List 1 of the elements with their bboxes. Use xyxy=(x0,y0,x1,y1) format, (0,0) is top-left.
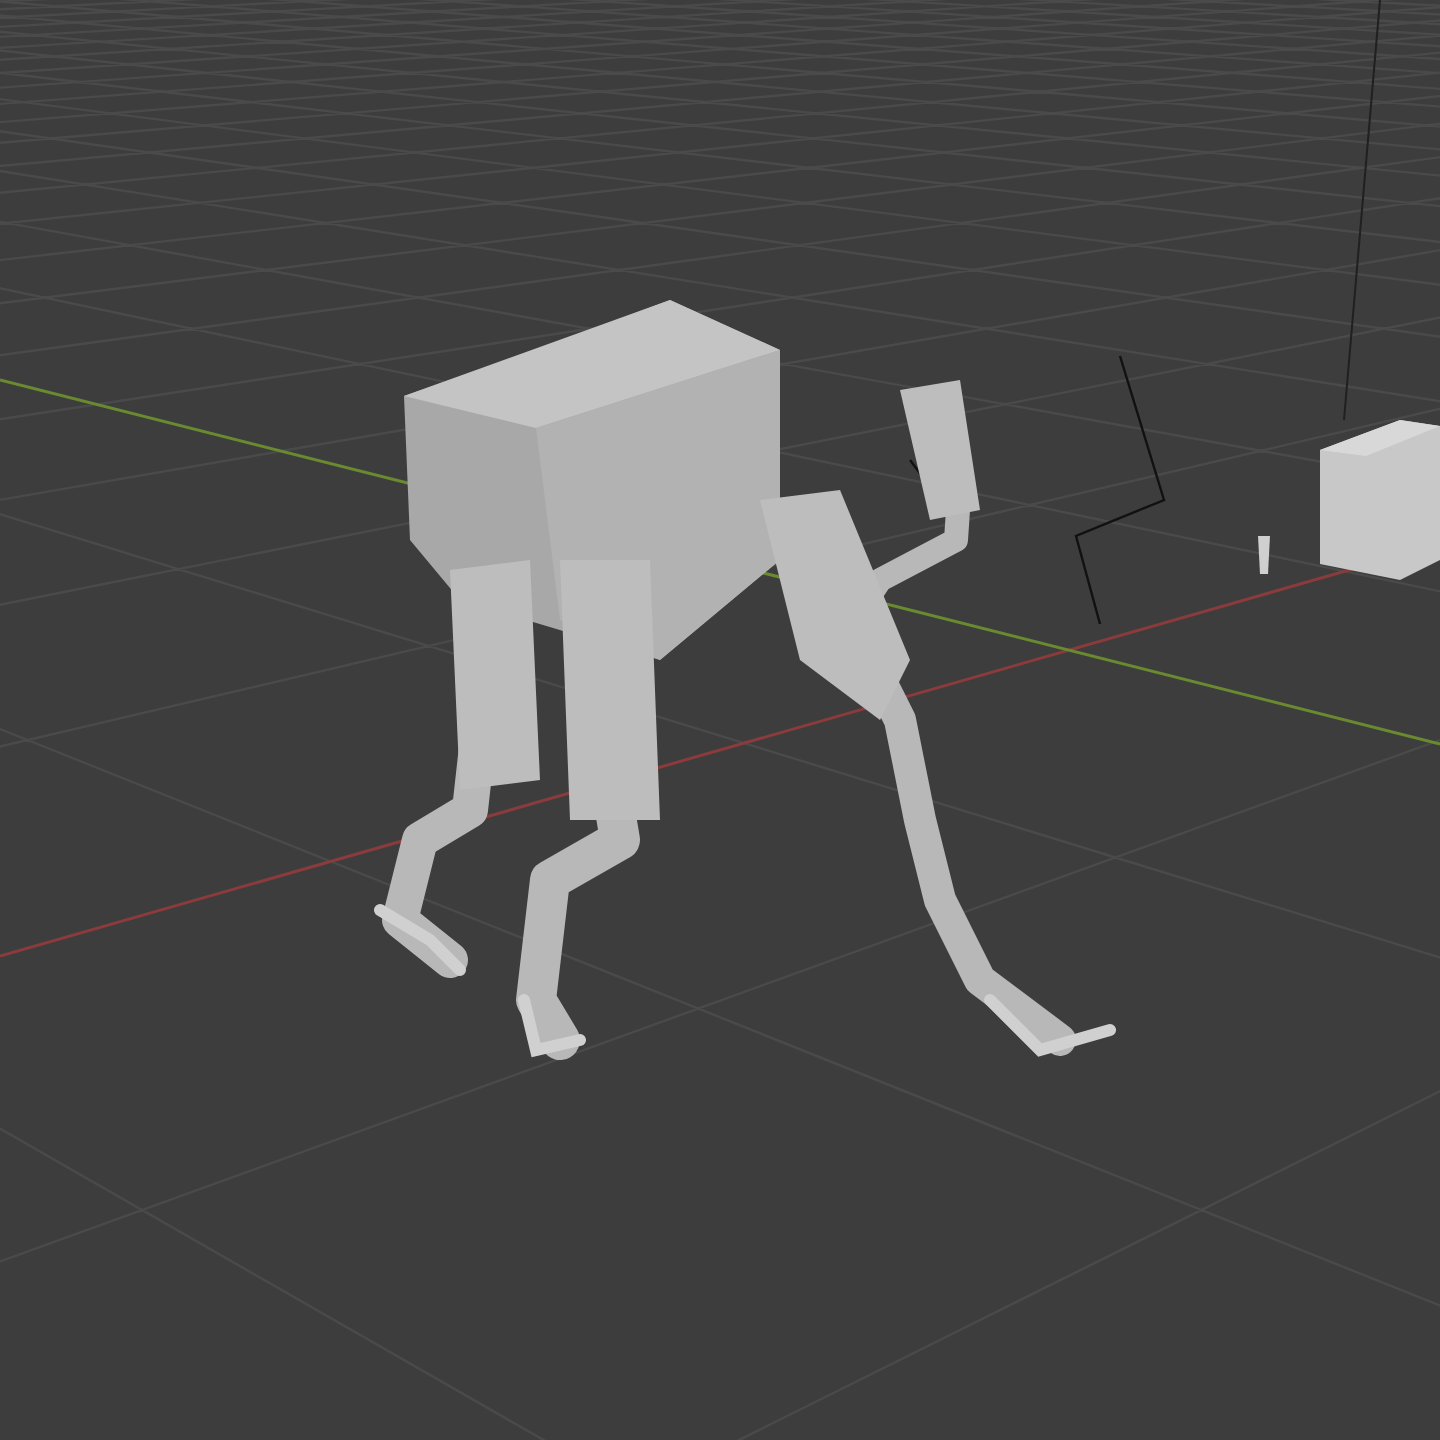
cone xyxy=(1258,536,1270,574)
